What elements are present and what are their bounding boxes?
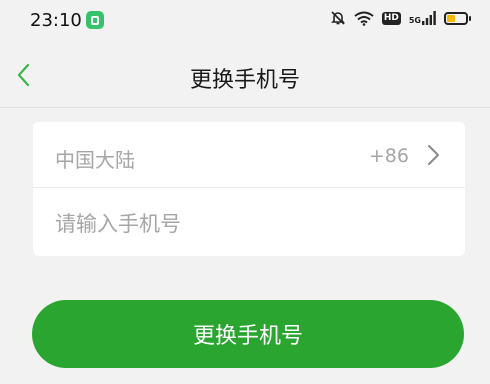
region-name: 中国大陆 — [55, 148, 135, 172]
status-time: 23:10 — [30, 10, 82, 31]
mute-bell-icon — [330, 11, 345, 25]
status-bar: 23:10 HD 5G — [0, 0, 490, 42]
app-notification-icon — [86, 11, 104, 29]
phone-number-input[interactable] — [55, 209, 445, 239]
region-selector[interactable]: 中国大陆 +86 — [33, 122, 465, 188]
page-title: 更换手机号 — [189, 68, 300, 93]
status-icons: HD 5G — [330, 10, 471, 26]
hd-icon: HD — [381, 11, 401, 25]
signal-label: 5G — [408, 16, 421, 25]
chevron-right-icon — [428, 145, 439, 165]
nav-bar: 更换手机号 — [0, 42, 490, 108]
change-phone-button[interactable]: 更换手机号 — [32, 300, 464, 368]
signal-icon: 5G — [409, 11, 436, 25]
phone-form-card: 中国大陆 +86 — [33, 122, 465, 256]
region-code: +86 — [368, 145, 409, 167]
wifi-icon — [354, 11, 374, 26]
battery-icon — [444, 11, 471, 25]
